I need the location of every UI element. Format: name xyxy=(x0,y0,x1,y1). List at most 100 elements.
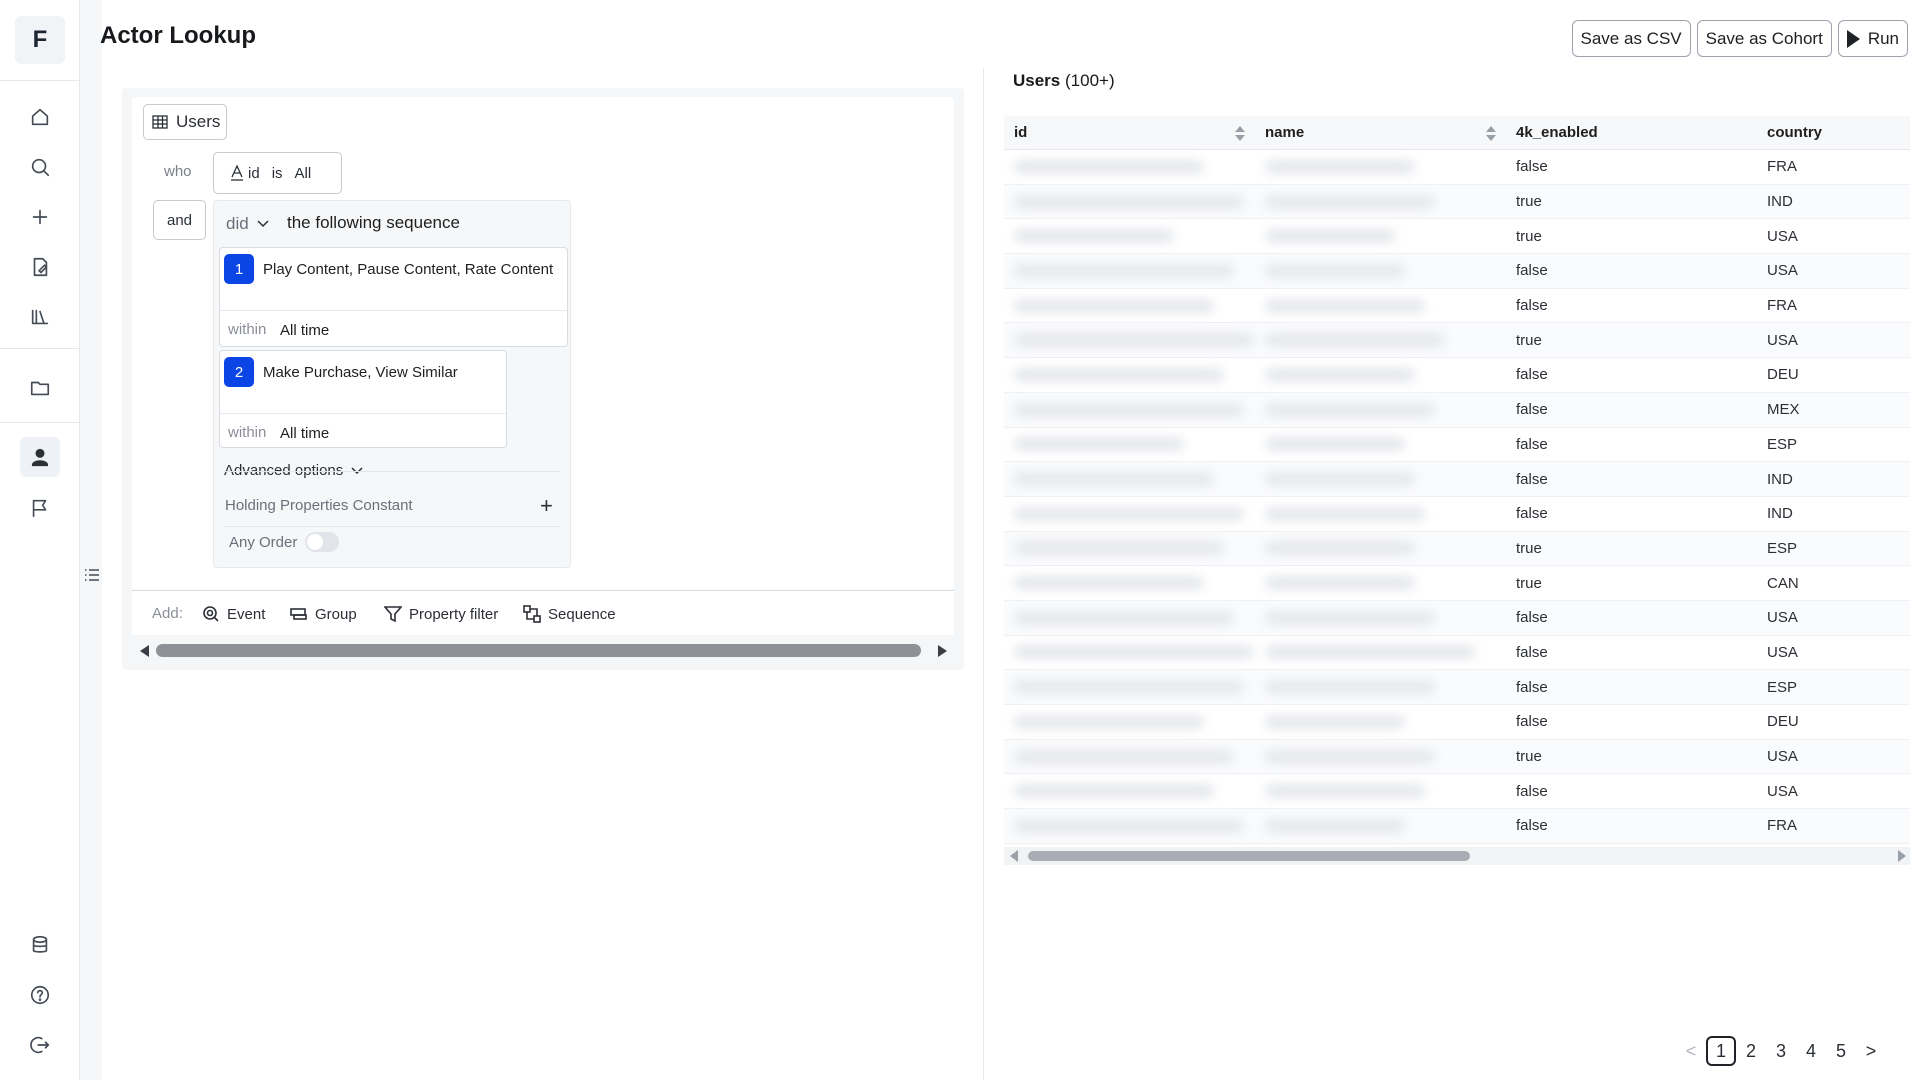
add-holding-property-icon[interactable]: + xyxy=(540,493,553,519)
app-logo[interactable]: F xyxy=(15,16,65,64)
search-icon[interactable] xyxy=(20,147,60,187)
edit-document-icon[interactable] xyxy=(20,247,60,287)
library-icon[interactable] xyxy=(20,297,60,337)
condition-chip[interactable]: id is All xyxy=(213,152,342,194)
sequence-step-1[interactable]: 1 Play Content, Pause Content, Rate Cont… xyxy=(219,247,568,347)
table-row[interactable]: false ESP xyxy=(1004,428,1910,463)
step-events[interactable]: Make Purchase, View Similar xyxy=(263,364,458,381)
cell-country: USA xyxy=(1767,227,1798,245)
run-button[interactable]: Run xyxy=(1837,20,1908,57)
cell-country: ESP xyxy=(1767,435,1798,453)
table-row[interactable]: true USA xyxy=(1004,739,1910,775)
table-row[interactable]: false IND xyxy=(1004,497,1910,532)
add-event-button[interactable]: Event xyxy=(202,605,265,623)
table-row[interactable]: false FRA xyxy=(1004,809,1910,844)
builder-horizontal-scrollbar[interactable] xyxy=(156,644,921,657)
table-row[interactable]: false USA xyxy=(1004,636,1910,671)
cell-id-redacted xyxy=(1004,566,1255,600)
help-icon[interactable] xyxy=(20,975,60,1015)
cell-4k-enabled: true xyxy=(1516,331,1542,349)
column-header-country[interactable]: country xyxy=(1757,116,1910,149)
cell-4k-enabled: true xyxy=(1516,193,1542,211)
save-csv-button[interactable]: Save as CSV xyxy=(1571,20,1691,57)
table-row[interactable]: false USA xyxy=(1004,774,1910,810)
column-header-name[interactable]: name xyxy=(1255,116,1506,149)
cell-id-redacted xyxy=(1004,636,1255,670)
database-icon[interactable] xyxy=(20,925,60,965)
prev-page-button[interactable]: < xyxy=(1676,1036,1706,1066)
add-property-filter-button[interactable]: Property filter xyxy=(384,605,498,623)
cell-4k-enabled: false xyxy=(1516,158,1548,176)
add-event-label: Event xyxy=(227,605,266,623)
cell-4k-enabled: true xyxy=(1516,539,1542,557)
column-header-4k-enabled[interactable]: 4k_enabled xyxy=(1506,116,1757,149)
chevron-down-icon xyxy=(257,220,269,228)
cell-country: ESP xyxy=(1767,678,1798,696)
plus-icon[interactable] xyxy=(20,197,60,237)
sort-icon[interactable] xyxy=(1235,126,1245,142)
cell-4k-enabled: false xyxy=(1516,609,1548,627)
did-dropdown[interactable]: did xyxy=(226,214,269,234)
cell-4k-enabled: true xyxy=(1516,227,1542,245)
list-toggle-icon[interactable] xyxy=(84,568,100,582)
table-row[interactable]: true USA xyxy=(1004,219,1910,255)
scroll-left-arrow[interactable] xyxy=(140,645,149,657)
folder-icon[interactable] xyxy=(20,368,60,408)
within-value[interactable]: All time xyxy=(280,322,329,339)
page-button-5[interactable]: 5 xyxy=(1826,1036,1856,1066)
sort-icon[interactable] xyxy=(1486,126,1496,142)
save-cohort-button[interactable]: Save as Cohort xyxy=(1696,20,1832,57)
flag-icon[interactable] xyxy=(20,488,60,528)
page-button-3[interactable]: 3 xyxy=(1766,1036,1796,1066)
page-button-1[interactable]: 1 xyxy=(1706,1036,1736,1066)
page-button-4[interactable]: 4 xyxy=(1796,1036,1826,1066)
within-value[interactable]: All time xyxy=(280,425,329,442)
within-label: within xyxy=(228,424,267,441)
step-events[interactable]: Play Content, Pause Content, Rate Conten… xyxy=(263,261,553,278)
table-row[interactable]: false DEU xyxy=(1004,358,1910,393)
table-row[interactable]: true IND xyxy=(1004,184,1910,220)
sequence-step-2[interactable]: 2 Make Purchase, View Similar within All… xyxy=(219,350,507,448)
table-row[interactable]: false USA xyxy=(1004,600,1910,636)
next-page-button[interactable]: > xyxy=(1856,1036,1886,1066)
column-header-id[interactable]: id xyxy=(1004,116,1255,149)
table-row[interactable]: false DEU xyxy=(1004,705,1910,740)
cell-id-redacted xyxy=(1004,219,1255,253)
table-row[interactable]: false USA xyxy=(1004,254,1910,289)
table-row[interactable]: true CAN xyxy=(1004,566,1910,601)
condition-operator[interactable]: is xyxy=(272,165,283,182)
scroll-left-arrow[interactable] xyxy=(1010,850,1018,862)
cell-id-redacted xyxy=(1004,462,1255,496)
cell-4k-enabled: true xyxy=(1516,748,1542,766)
scroll-right-arrow[interactable] xyxy=(938,645,947,657)
table-row[interactable]: true ESP xyxy=(1004,531,1910,567)
person-icon[interactable] xyxy=(20,437,60,477)
table-row[interactable]: false FRA xyxy=(1004,150,1910,185)
table-row[interactable]: false IND xyxy=(1004,462,1910,497)
column-label: country xyxy=(1767,124,1823,141)
table-row[interactable]: false MEX xyxy=(1004,392,1910,428)
and-operator[interactable]: and xyxy=(153,200,206,240)
cell-country: FRA xyxy=(1767,297,1797,315)
source-chip[interactable]: Users xyxy=(143,104,227,140)
cell-country: USA xyxy=(1767,262,1798,280)
scroll-right-arrow[interactable] xyxy=(1898,850,1906,862)
condition-value[interactable]: All xyxy=(295,165,312,182)
add-property-filter-label: Property filter xyxy=(409,605,499,623)
table-row[interactable]: true USA xyxy=(1004,323,1910,359)
divider xyxy=(224,526,560,527)
page-button-2[interactable]: 2 xyxy=(1736,1036,1766,1066)
play-icon xyxy=(1846,29,1860,48)
any-order-toggle[interactable] xyxy=(305,532,339,552)
cell-id-redacted xyxy=(1004,740,1255,774)
cell-country: USA xyxy=(1767,643,1798,661)
table-row[interactable]: false ESP xyxy=(1004,670,1910,705)
table-row[interactable]: false FRA xyxy=(1004,289,1910,324)
scrollbar-thumb[interactable] xyxy=(1028,851,1470,861)
condition-field[interactable]: id xyxy=(230,165,260,182)
add-sequence-button[interactable]: Sequence xyxy=(523,605,616,623)
cell-4k-enabled: false xyxy=(1516,505,1548,523)
add-group-button[interactable]: Group xyxy=(290,605,357,623)
home-icon[interactable] xyxy=(20,97,60,137)
logout-icon[interactable] xyxy=(20,1025,60,1065)
